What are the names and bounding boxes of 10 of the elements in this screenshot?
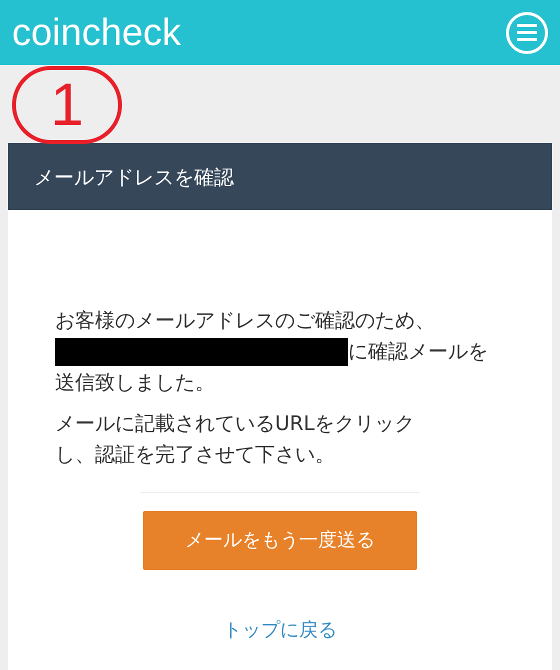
message-text: に確認メールを bbox=[348, 338, 488, 365]
resend-button[interactable]: メールをもう一度送る bbox=[143, 511, 417, 570]
logo[interactable]: coincheck bbox=[12, 14, 181, 52]
message-text: 送信致しました。 bbox=[55, 369, 216, 396]
back-link[interactable]: トップに戻る bbox=[223, 616, 337, 644]
instruction-text: し、認証を完了させて下さい。 bbox=[55, 441, 336, 468]
section-title: メールアドレスを確認 bbox=[34, 164, 234, 190]
menu-icon[interactable] bbox=[506, 12, 548, 54]
instruction-text: メールに記載されているURLをクリック bbox=[55, 410, 416, 437]
message-text: お客様のメールアドレスのご確認のため、 bbox=[55, 307, 436, 334]
